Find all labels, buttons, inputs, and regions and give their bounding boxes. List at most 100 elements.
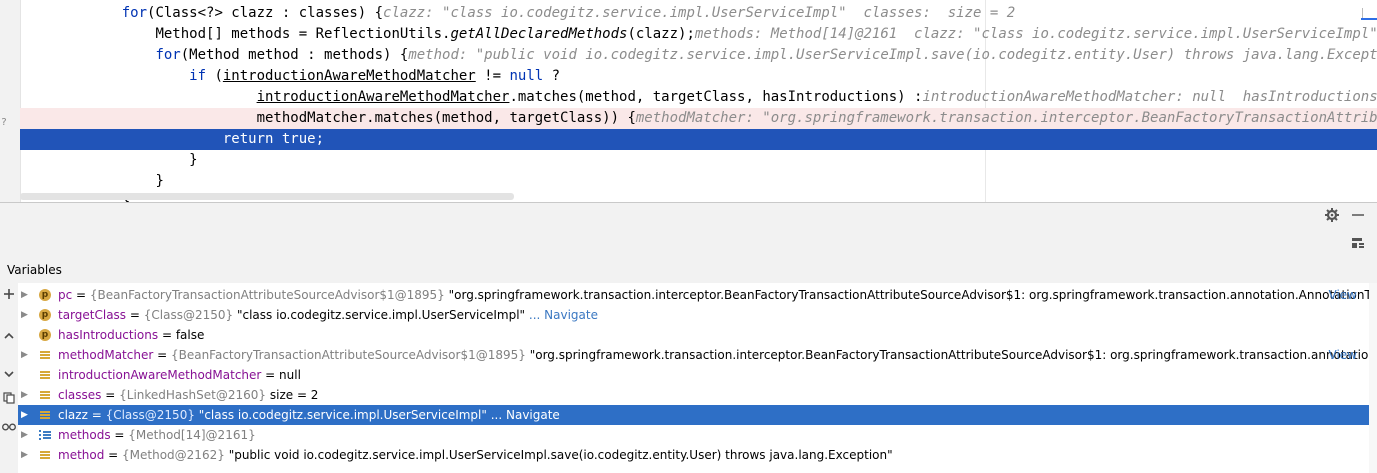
up-arrow-icon[interactable] bbox=[1, 330, 17, 346]
variable-text: hasIntroductions = false bbox=[58, 325, 204, 345]
variable-row-methodMatcher[interactable]: ▶ methodMatcher = {BeanFactoryTransaction… bbox=[18, 345, 1377, 365]
code-token: } bbox=[189, 152, 198, 168]
variable-type: {LinkedHashSet@2160} bbox=[119, 388, 267, 402]
code-line[interactable]: introductionAwareMethodMatcher.matches(m… bbox=[20, 87, 1377, 108]
variable-type: {Class@2150} bbox=[105, 408, 195, 422]
equals-sign: = bbox=[72, 288, 90, 302]
code-token: ? bbox=[543, 68, 561, 84]
code-line[interactable]: for(Method method : methods) {method: "p… bbox=[20, 45, 1377, 66]
variable-row-methods[interactable]: ▶ methods = {Method[14]@2161} bbox=[18, 425, 1377, 445]
variable-row-hasIntroductions[interactable]: p hasIntroductions = false bbox=[18, 325, 1377, 345]
variables-vertical-scrollbar[interactable] bbox=[1369, 283, 1377, 473]
view-link[interactable]: View bbox=[1329, 345, 1357, 365]
expand-arrow-icon[interactable]: ▶ bbox=[21, 405, 31, 425]
variable-row-clazz[interactable]: ▶ clazz = {Class@2150} "class io.codegitz… bbox=[18, 405, 1377, 425]
navigate-link[interactable]: ... Navigate bbox=[491, 408, 560, 422]
variable-text: pc = {BeanFactoryTransactionAttributeSou… bbox=[58, 285, 1377, 305]
code-keyword: for bbox=[155, 47, 181, 63]
editor-gutter[interactable] bbox=[0, 0, 21, 202]
code-token: introductionAwareMethodMatcher bbox=[222, 68, 476, 84]
code-token: getAllDeclaredMethods bbox=[450, 26, 628, 42]
variable-text: clazz = {Class@2150} "class io.codegitz.… bbox=[58, 405, 560, 425]
variable-name: targetClass bbox=[58, 308, 127, 322]
inline-debug-hint[interactable]: methods: Method[14]@2161 clazz: "class i… bbox=[695, 26, 1377, 42]
variable-row-targetClass[interactable]: ▶ p targetClass = {Class@2150} "class io.c… bbox=[18, 305, 1377, 325]
equals-sign: = bbox=[101, 388, 120, 402]
code-line[interactable]: if (introductionAwareMethodMatcher != nu… bbox=[20, 66, 1377, 87]
expand-arrow-icon[interactable]: ▶ bbox=[21, 305, 31, 325]
variable-name: method bbox=[58, 448, 105, 462]
code-keyword: null bbox=[509, 68, 544, 84]
variable-name: classes bbox=[58, 388, 102, 402]
variable-row-classes[interactable]: ▶ classes = {LinkedHashSet@2160} size = 2 bbox=[18, 385, 1377, 405]
code-keyword: for bbox=[121, 5, 148, 21]
field-icon bbox=[39, 369, 51, 381]
equals-sign: = bbox=[126, 308, 144, 322]
navigate-link[interactable]: ... Navigate bbox=[529, 308, 598, 322]
parameter-icon: p bbox=[39, 309, 51, 321]
variable-row-introductionAwareMethodMatcher[interactable]: introductionAwareMethodMatcher = null bbox=[18, 365, 1377, 385]
panel-toolbar bbox=[0, 229, 1377, 257]
code-token: } bbox=[155, 173, 164, 189]
gear-icon[interactable] bbox=[1324, 208, 1340, 224]
code-line[interactable]: Method[] methods = ReflectionUtils.getAl… bbox=[20, 24, 1377, 45]
code-line[interactable]: } bbox=[20, 171, 1377, 192]
expand-arrow-icon[interactable]: ▶ bbox=[21, 345, 31, 365]
code-line[interactable]: return true; bbox=[20, 129, 1377, 150]
view-link[interactable]: View bbox=[1329, 285, 1357, 305]
expand-arrow-icon[interactable]: ▶ bbox=[21, 425, 31, 445]
code-token: introductionAwareMethodMatcher bbox=[256, 89, 510, 105]
variable-name: introductionAwareMethodMatcher bbox=[58, 368, 262, 382]
copy-icon[interactable] bbox=[1, 392, 17, 408]
editor-error-stripe bbox=[1362, 8, 1377, 18]
equals-sign: = bbox=[87, 408, 106, 422]
expand-arrow-icon[interactable]: ▶ bbox=[21, 285, 31, 305]
variable-type: {BeanFactoryTransactionAttributeSourceAd… bbox=[89, 288, 445, 302]
variable-text: method = {Method@2162} "public void io.c… bbox=[58, 445, 893, 465]
code-keyword: if bbox=[189, 68, 207, 84]
field-icon bbox=[39, 449, 51, 461]
variable-text: classes = {LinkedHashSet@2160} size = 2 bbox=[58, 385, 318, 405]
variable-name: methodMatcher bbox=[58, 348, 154, 362]
editor-scroll-marker[interactable] bbox=[1361, 18, 1377, 20]
variable-value: size = 2 bbox=[269, 388, 319, 402]
variables-tree[interactable]: ▶ p pc = {BeanFactoryTransactionAttributeS… bbox=[18, 283, 1377, 473]
glasses-icon[interactable] bbox=[1, 421, 17, 437]
minimize-icon[interactable] bbox=[1350, 208, 1366, 224]
inline-debug-hint[interactable]: methodMatcher: "org.springframework.tran… bbox=[636, 110, 1377, 126]
code-token: ; bbox=[315, 131, 325, 147]
inline-debug-hint[interactable]: introductionAwareMethodMatcher: null has… bbox=[922, 89, 1377, 105]
inline-debug-hint[interactable]: method: "public void io.codegitz.service… bbox=[408, 47, 1377, 63]
breakpoint-question-icon[interactable]: ? bbox=[0, 117, 8, 128]
variable-type: {BeanFactoryTransactionAttributeSourceAd… bbox=[170, 348, 526, 362]
variables-title: Variables bbox=[7, 263, 62, 277]
variable-text: methodMatcher = {BeanFactoryTransactionA… bbox=[58, 345, 1377, 365]
variable-row-method[interactable]: ▶ method = {Method@2162} "public void io.… bbox=[18, 445, 1377, 465]
down-arrow-icon[interactable] bbox=[1, 368, 17, 384]
equals-sign: = bbox=[153, 348, 171, 362]
variables-header: Variables bbox=[0, 257, 1377, 284]
editor-horizontal-scrollbar[interactable] bbox=[20, 193, 514, 200]
layout-icon[interactable] bbox=[1350, 236, 1366, 252]
code-editor[interactable]: for (Class<?> clazz : classes) {clazz: "c… bbox=[0, 0, 1377, 202]
code-token: .matches(method, targetClass, hasIntrodu… bbox=[509, 89, 923, 105]
code-line[interactable]: } bbox=[20, 150, 1377, 171]
field-icon bbox=[39, 409, 51, 421]
plus-icon[interactable] bbox=[1, 288, 17, 304]
variable-name: pc bbox=[58, 288, 73, 302]
code-line[interactable]: for(Class<?> clazz : classes) {clazz: "c… bbox=[20, 3, 1377, 24]
debug-toolwindow-header bbox=[0, 202, 1377, 230]
expand-arrow-icon[interactable]: ▶ bbox=[21, 445, 31, 465]
inline-debug-hint[interactable]: clazz: "class io.codegitz.service.impl.U… bbox=[383, 5, 1015, 21]
variable-row-pc[interactable]: ▶ p pc = {BeanFactoryTransactionAttributeS… bbox=[18, 285, 1377, 305]
code-token: (Method method : methods) { bbox=[180, 47, 409, 63]
variable-value: "class io.codegitz.service.impl.UserServ… bbox=[198, 408, 487, 422]
code-line[interactable]: methodMatcher.matches(method, targetClas… bbox=[20, 108, 1377, 129]
expand-arrow-icon[interactable]: ▶ bbox=[21, 385, 31, 405]
variable-value: "org.springframework.transaction.interce… bbox=[529, 348, 1377, 362]
